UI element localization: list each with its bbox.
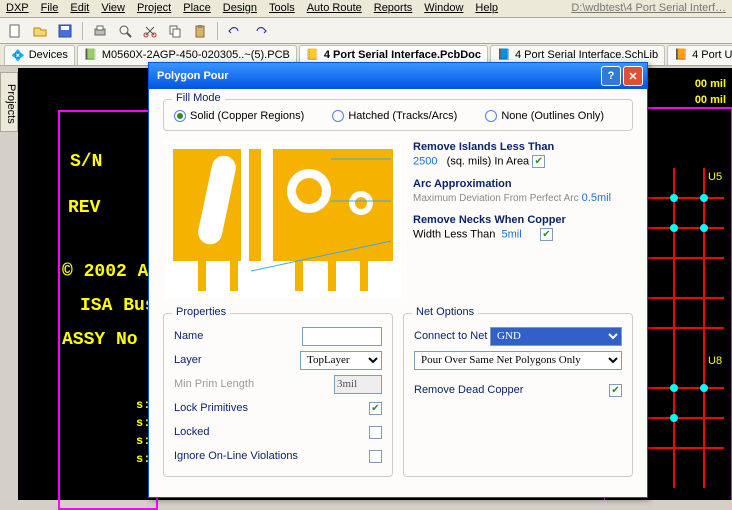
silk-u8: U8 [708,355,722,367]
islands-unit: (sq. mils) In Area [447,155,530,167]
pour-mode-select[interactable]: Pour Over Same Net Polygons Only [414,351,622,370]
file-path-hint: D:\wdbtest\4 Port Serial Interf… [571,2,726,15]
menu-place[interactable]: Place [183,2,211,15]
menu-window[interactable]: Window [424,2,463,15]
sidebar-projects-tab[interactable]: Projects [0,72,18,132]
net-options-label: Net Options [412,306,478,318]
silk-rev: REV [68,198,100,218]
polygon-pour-dialog: Polygon Pour ? ✕ Fill Mode Solid (Copper… [148,62,648,498]
menu-view[interactable]: View [101,2,125,15]
radio-hatched[interactable]: Hatched (Tracks/Arcs) [332,110,457,122]
ignore-checkbox[interactable] [369,450,382,463]
radio-icon [174,110,186,122]
menu-project[interactable]: Project [137,2,171,15]
print-icon[interactable] [89,20,111,42]
silk-u5: U5 [708,171,722,183]
layer-label: Layer [174,354,300,366]
properties-group: Properties Name LayerTopLayer Min Prim L… [163,313,393,477]
silk-sn: S/N [70,152,102,172]
menu-autoroute[interactable]: Auto Route [307,2,362,15]
cut-icon[interactable] [139,20,161,42]
remove-dead-checkbox[interactable]: ✔ [609,384,622,397]
fill-preview [165,141,401,299]
main-toolbar [0,18,732,44]
layer-select[interactable]: TopLayer [300,351,382,370]
necks-title: Remove Necks When Copper [413,214,631,226]
close-button[interactable]: ✕ [623,66,643,86]
locked-checkbox[interactable] [369,426,382,439]
menu-dxp[interactable]: DXP [6,2,29,15]
dialog-title: Polygon Pour [157,70,599,82]
menu-file[interactable]: File [41,2,59,15]
sch-doc-icon: 📘 [497,48,511,62]
lockprim-label: Lock Primitives [174,402,369,414]
necks-checkbox[interactable]: ✔ [540,228,553,241]
arc-title: Arc Approximation [413,178,631,190]
net-options-group: Net Options Connect to NetGND Pour Over … [403,313,633,477]
menu-bar: DXP File Edit View Project Place Design … [0,0,732,18]
help-button[interactable]: ? [601,66,621,86]
tab-devices[interactable]: 💠 Devices [4,45,75,65]
paste-icon[interactable] [189,20,211,42]
menu-tools[interactable]: Tools [269,2,295,15]
menu-help[interactable]: Help [475,2,498,15]
silk-isa: ISA Bus [80,296,156,316]
pcb-doc-icon: 📒 [306,48,320,62]
copy-icon[interactable] [164,20,186,42]
devices-icon: 💠 [11,49,25,62]
menu-reports[interactable]: Reports [374,2,413,15]
minprim-label: Min Prim Length [174,378,334,390]
minprim-input [334,375,382,394]
arc-value[interactable]: 0.5mil [582,192,611,204]
name-label: Name [174,330,302,342]
fill-mode-label: Fill Mode [172,92,225,104]
pcb-doc-icon: 📗 [84,48,98,62]
radio-solid[interactable]: Solid (Copper Regions) [174,110,304,122]
ignore-label: Ignore On-Line Violations [174,450,369,462]
fill-mode-group: Fill Mode Solid (Copper Regions) Hatched… [163,99,633,131]
islands-value[interactable]: 2500 [413,155,437,167]
sch-doc-icon: 📙 [674,48,688,62]
new-file-icon[interactable] [4,20,26,42]
silk-assy: ASSY No [62,330,138,350]
silk-copyright: © 2002 A [62,262,148,282]
zoom-icon[interactable] [114,20,136,42]
save-icon[interactable] [54,20,76,42]
arc-subtitle: Maximum Deviation From Perfect Arc [413,193,579,204]
radio-none[interactable]: None (Outlines Only) [485,110,604,122]
connect-label: Connect to Net [414,330,490,342]
redo-icon[interactable] [249,20,271,42]
menu-design[interactable]: Design [223,2,257,15]
remove-dead-label: Remove Dead Copper [414,384,609,396]
necks-prefix: Width Less Than [413,228,495,240]
lockprim-checkbox[interactable]: ✔ [369,402,382,415]
radio-icon [332,110,344,122]
name-input[interactable] [302,327,382,346]
radio-icon [485,110,497,122]
locked-label: Locked [174,426,369,438]
open-icon[interactable] [29,20,51,42]
necks-value[interactable]: 5mil [501,228,521,240]
properties-label: Properties [172,306,230,318]
undo-icon[interactable] [224,20,246,42]
connect-net-select[interactable]: GND [490,327,622,346]
islands-checkbox[interactable]: ✔ [532,155,545,168]
tab-doc-3[interactable]: 📙 4 Port UART and Line Drivers.S [667,45,732,65]
islands-title: Remove Islands Less Than [413,141,631,153]
dialog-titlebar[interactable]: Polygon Pour ? ✕ [149,63,647,89]
menu-edit[interactable]: Edit [70,2,89,15]
